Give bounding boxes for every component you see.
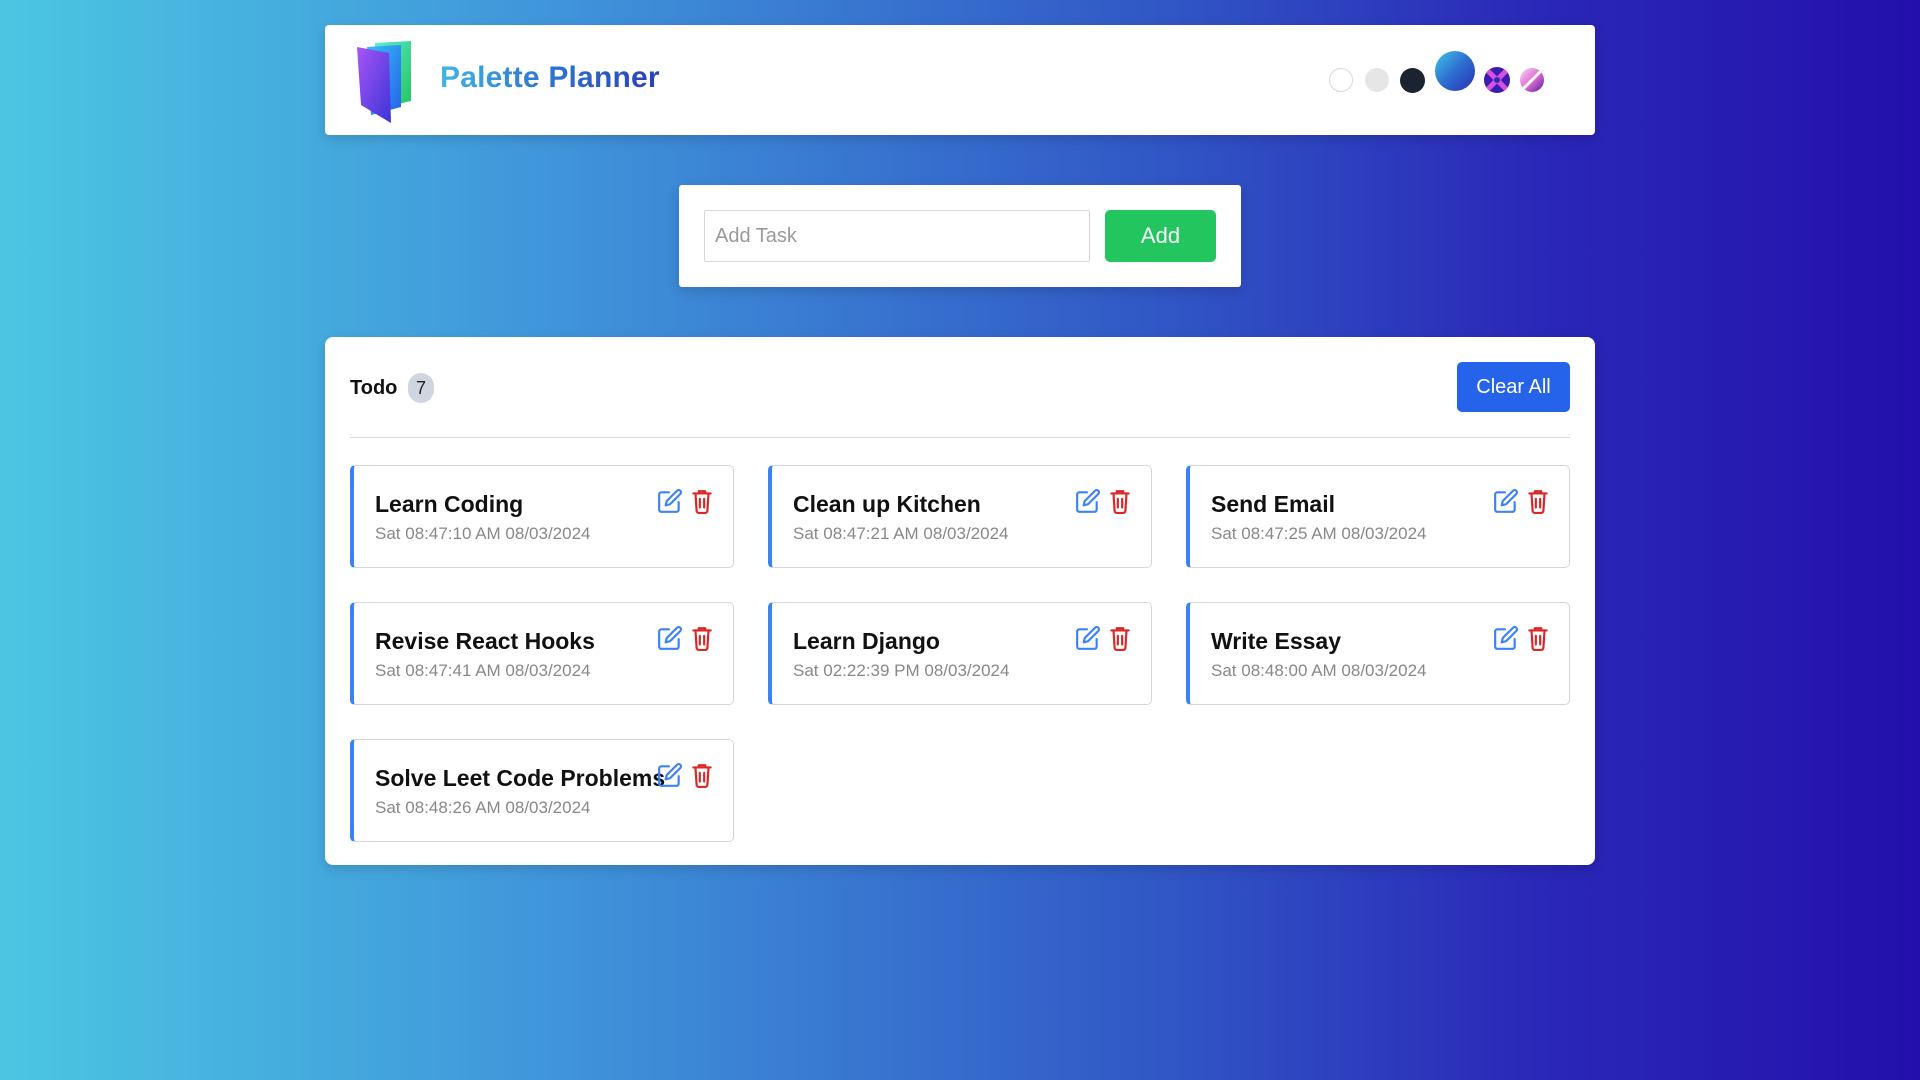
task-title: Clean up Kitchen	[793, 491, 981, 517]
task-title: Write Essay	[1211, 628, 1341, 654]
add-task-form: Add	[679, 185, 1241, 287]
trash-icon[interactable]	[1527, 488, 1549, 514]
task-timestamp: Sat 08:48:26 AM 08/03/2024	[375, 798, 591, 817]
purple-x-theme-swatch[interactable]	[1484, 67, 1510, 93]
trash-icon[interactable]	[1527, 625, 1549, 651]
divider	[350, 437, 1570, 438]
task-card: Learn Django Sat 02:22:39 PM 08/03/2024	[768, 602, 1152, 705]
pink-gradient-theme-swatch[interactable]	[1520, 68, 1544, 92]
todo-panel: Todo 7 Clear All Learn Coding Sat 08:47:1…	[325, 337, 1595, 865]
light-theme-swatch[interactable]	[1365, 68, 1389, 92]
task-title: Learn Django	[793, 628, 940, 654]
edit-icon[interactable]	[1075, 488, 1101, 514]
edit-icon[interactable]	[1075, 625, 1101, 651]
task-timestamp: Sat 02:22:39 PM 08/03/2024	[793, 661, 1010, 680]
app-header: Palette Planner	[325, 25, 1595, 135]
add-task-input[interactable]	[704, 210, 1090, 262]
task-title: Learn Coding	[375, 491, 524, 517]
task-card: Solve Leet Code Problems Sat 08:48:26 AM …	[350, 739, 734, 842]
task-timestamp: Sat 08:47:41 AM 08/03/2024	[375, 661, 591, 680]
todo-count-badge: 7	[408, 373, 434, 403]
task-timestamp: Sat 08:48:00 AM 08/03/2024	[1211, 661, 1427, 680]
edit-icon[interactable]	[1493, 488, 1519, 514]
task-timestamp: Sat 08:47:21 AM 08/03/2024	[793, 524, 1009, 543]
task-timestamp: Sat 08:47:25 AM 08/03/2024	[1211, 524, 1427, 543]
edit-icon[interactable]	[657, 762, 683, 788]
edit-icon[interactable]	[657, 488, 683, 514]
trash-icon[interactable]	[691, 625, 713, 651]
clear-all-button[interactable]: Clear All	[1457, 362, 1570, 412]
app-title: Palette Planner	[440, 61, 660, 94]
task-title: Send Email	[1211, 491, 1335, 517]
task-card: Revise React Hooks Sat 08:47:41 AM 08/03/…	[350, 602, 734, 705]
dark-theme-swatch[interactable]	[1400, 68, 1425, 93]
task-title: Solve Leet Code Problems	[375, 765, 666, 791]
task-card: Learn Coding Sat 08:47:10 AM 08/03/2024	[350, 465, 734, 568]
ocean-gradient-theme-swatch[interactable]	[1435, 51, 1475, 91]
add-task-button[interactable]: Add	[1105, 210, 1216, 262]
folder-book-icon	[357, 41, 411, 123]
edit-icon[interactable]	[657, 625, 683, 651]
edit-icon[interactable]	[1493, 625, 1519, 651]
task-card: Write Essay Sat 08:48:00 AM 08/03/2024	[1186, 602, 1570, 705]
trash-icon[interactable]	[1109, 625, 1131, 651]
todo-heading: Todo	[350, 377, 398, 399]
trash-icon[interactable]	[691, 488, 713, 514]
task-card: Clean up Kitchen Sat 08:47:21 AM 08/03/20…	[768, 465, 1152, 568]
trash-icon[interactable]	[1109, 488, 1131, 514]
white-theme-swatch[interactable]	[1329, 68, 1353, 92]
trash-icon[interactable]	[691, 762, 713, 788]
task-title: Revise React Hooks	[375, 628, 595, 654]
task-timestamp: Sat 08:47:10 AM 08/03/2024	[375, 524, 591, 543]
task-card: Send Email Sat 08:47:25 AM 08/03/2024	[1186, 465, 1570, 568]
